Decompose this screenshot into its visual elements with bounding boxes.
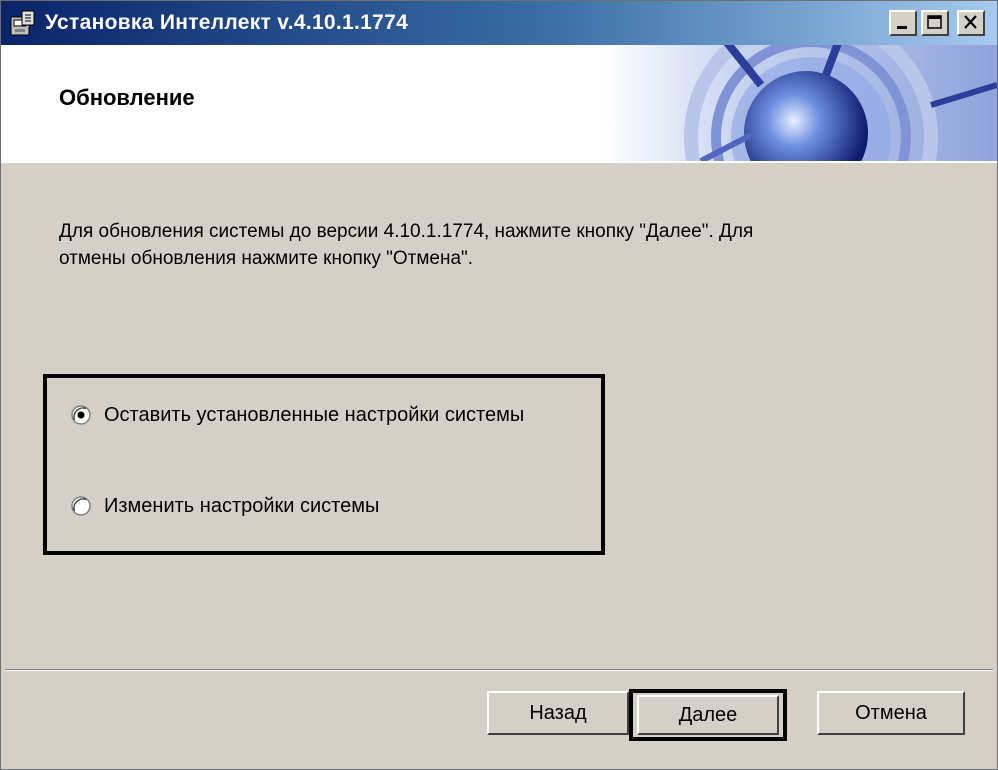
next-button-focus[interactable]: Далее [629, 689, 787, 741]
option-keep-settings[interactable]: Оставить установленные настройки системы [71, 402, 524, 428]
window-title: Установка Интеллект v.4.10.1.1774 [45, 11, 409, 34]
radio-selected-icon[interactable] [71, 405, 91, 425]
option-change-settings-label: Изменить настройки системы [104, 494, 380, 517]
banner-graphic [601, 45, 997, 161]
option-change-settings[interactable]: Изменить настройки системы [71, 493, 379, 519]
cancel-button[interactable]: Отмена [817, 691, 965, 735]
page-title: Обновление [59, 85, 195, 110]
radio-unselected-icon[interactable] [71, 496, 91, 516]
close-button[interactable] [957, 10, 985, 36]
settings-options-group: Оставить установленные настройки системы… [43, 374, 605, 555]
header-separator [1, 161, 997, 163]
footer-separator [5, 669, 993, 671]
update-description: Для обновления системы до версии 4.10.1.… [59, 218, 919, 272]
description-line-2: отмены обновления нажмите кнопку "Отмена… [59, 248, 474, 269]
next-button[interactable]: Далее [637, 695, 779, 735]
installer-icon [10, 10, 35, 36]
maximize-button[interactable] [921, 10, 949, 36]
wizard-header: Обновление [1, 45, 997, 163]
maximize-icon [927, 15, 942, 29]
title-bar[interactable]: Установка Интеллект v.4.10.1.1774 [1, 1, 997, 45]
close-icon [964, 15, 977, 29]
minimize-button[interactable] [889, 10, 917, 36]
installer-window: Установка Интеллект v.4.10.1.1774 Обновл… [0, 0, 998, 770]
description-line-1: Для обновления системы до версии 4.10.1.… [59, 221, 754, 242]
option-keep-settings-label: Оставить установленные настройки системы [104, 403, 525, 426]
back-button[interactable]: Назад [487, 691, 629, 735]
minimize-icon [897, 26, 907, 29]
